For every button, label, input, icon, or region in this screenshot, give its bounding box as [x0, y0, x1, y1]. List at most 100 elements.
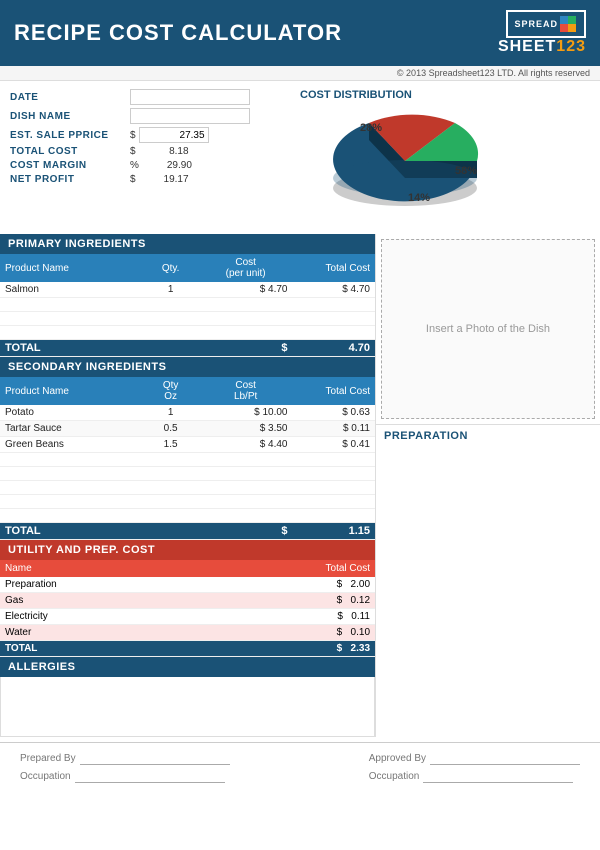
utility-cell-total: $ 2.00 — [293, 577, 376, 593]
secondary-total-row: TOTAL $ 1.15 — [0, 523, 375, 540]
secondary-row: Green Beans 1.5 $ 4.40 $ 0.41 — [0, 437, 375, 453]
utility-cell-empty — [188, 577, 293, 593]
fields-panel: DATE DISH NAME EST. SALE PPRICE $ TOTAL … — [10, 89, 290, 226]
approved-by-label: Approved By — [369, 753, 426, 764]
secondary-cell-total: $ 0.11 — [293, 421, 376, 437]
net-profit-row: NET PROFIT $ 19.17 — [10, 174, 290, 185]
secondary-section-header: SECONDARY INGREDIENTS — [0, 357, 375, 377]
pie-chart: 28% 58% 14% — [300, 106, 500, 226]
primary-col-qty: Qty. — [143, 254, 199, 282]
primary-cell-qty — [143, 326, 199, 340]
secondary-cell-name — [0, 495, 143, 509]
footer-right: Approved By Occupation — [369, 751, 580, 783]
primary-cell-total — [293, 326, 376, 340]
primary-cell-cost — [199, 298, 293, 312]
secondary-col-total: Total Cost — [293, 377, 376, 405]
secondary-col-cost: CostLb/Pt — [199, 377, 293, 405]
date-row: DATE — [10, 89, 290, 105]
net-profit-label: NET PROFIT — [10, 174, 130, 185]
svg-text:28%: 28% — [360, 122, 382, 134]
utility-total-label: TOTAL — [0, 641, 293, 657]
secondary-tbody: Potato 1 $ 10.00 $ 0.63 Tartar Sauce 0.5… — [0, 405, 375, 540]
secondary-total-label: TOTAL — [0, 523, 199, 540]
secondary-cell-cost — [199, 495, 293, 509]
primary-row — [0, 312, 375, 326]
top-section: DATE DISH NAME EST. SALE PPRICE $ TOTAL … — [0, 81, 600, 234]
utility-table: Name Total Cost Preparation $ 2.00 Gas $… — [0, 560, 375, 657]
utility-row: Preparation $ 2.00 — [0, 577, 375, 593]
secondary-cell-cost: $ 10.00 — [199, 405, 293, 421]
utility-cell-empty — [188, 593, 293, 609]
primary-cell-name: Salmon — [0, 282, 143, 298]
secondary-cell-cost — [199, 509, 293, 523]
utility-cell-total: $ 0.10 — [293, 625, 376, 641]
allergies-header: ALLERGIES — [0, 657, 375, 677]
approved-by-field: Approved By — [369, 751, 580, 765]
secondary-header-row: Product Name QtyOz CostLb/Pt Total Cost — [0, 377, 375, 405]
approved-by-line — [430, 751, 580, 765]
primary-col-name: Product Name — [0, 254, 143, 282]
date-input[interactable] — [130, 89, 250, 105]
utility-col-empty — [188, 560, 293, 577]
primary-total-label: TOTAL — [0, 340, 199, 357]
primary-total-value: 4.70 — [293, 340, 376, 357]
est-sale-prefix: $ — [130, 130, 136, 141]
est-sale-row: EST. SALE PPRICE $ — [10, 127, 290, 143]
prepared-by-line — [80, 751, 230, 765]
secondary-cell-qty: 1 — [143, 405, 199, 421]
prep-title: PREPARATION — [384, 430, 592, 442]
prepared-by-field: Prepared By — [20, 751, 230, 765]
primary-cell-qty: 1 — [143, 282, 199, 298]
primary-row: Salmon 1 $ 4.70 $ 4.70 — [0, 282, 375, 298]
secondary-cell-qty — [143, 495, 199, 509]
occupation-field-1: Occupation — [20, 769, 230, 783]
secondary-cell-qty — [143, 453, 199, 467]
chart-panel: COST DISTRIBUTION — [290, 89, 590, 226]
dish-name-label: DISH NAME — [10, 111, 130, 122]
utility-col-name: Name — [0, 560, 188, 577]
utility-col-total: Total Cost — [293, 560, 376, 577]
est-sale-input[interactable] — [139, 127, 209, 143]
primary-col-cost: Cost(per unit) — [199, 254, 293, 282]
footer: Prepared By Occupation Approved By Occup… — [0, 742, 600, 791]
secondary-total-prefix: $ — [199, 523, 293, 540]
total-cost-value: 8.18 — [139, 146, 189, 157]
utility-row: Electricity $ 0.11 — [0, 609, 375, 625]
primary-section-header: PRIMARY INGREDIENTS — [0, 234, 375, 254]
secondary-row: Potato 1 $ 10.00 $ 0.63 — [0, 405, 375, 421]
secondary-cell-cost — [199, 481, 293, 495]
primary-col-total: Total Cost — [293, 254, 376, 282]
secondary-cell-name: Tartar Sauce — [0, 421, 143, 437]
primary-cell-total: $ 4.70 — [293, 282, 376, 298]
net-profit-value: 19.17 — [139, 174, 189, 185]
primary-table: Product Name Qty. Cost(per unit) Total C… — [0, 254, 375, 357]
total-cost-prefix: $ — [130, 146, 136, 157]
secondary-cell-total: $ 0.41 — [293, 437, 376, 453]
secondary-cell-total — [293, 481, 376, 495]
logo-brand: SHEET123 — [498, 38, 586, 56]
occupation-label-2: Occupation — [369, 771, 420, 782]
dish-name-row: DISH NAME — [10, 108, 290, 124]
secondary-row — [0, 453, 375, 467]
primary-cell-cost — [199, 326, 293, 340]
cost-margin-value: 29.90 — [142, 160, 192, 171]
secondary-cell-qty — [143, 481, 199, 495]
utility-row: Water $ 0.10 — [0, 625, 375, 641]
date-label: DATE — [10, 92, 130, 103]
occupation-label-1: Occupation — [20, 771, 71, 782]
occupation-field-2: Occupation — [369, 769, 580, 783]
utility-cell-name: Electricity — [0, 609, 188, 625]
utility-tbody: Preparation $ 2.00 Gas $ 0.12 Electricit… — [0, 577, 375, 657]
secondary-row — [0, 481, 375, 495]
secondary-cell-name: Potato — [0, 405, 143, 421]
allergies-section: ALLERGIES — [0, 657, 375, 737]
secondary-row — [0, 495, 375, 509]
utility-section-header: UTILITY AND PREP. COST — [0, 540, 375, 560]
footer-left: Prepared By Occupation — [20, 751, 230, 783]
primary-cell-cost: $ 4.70 — [199, 282, 293, 298]
prep-area: PREPARATION — [376, 424, 600, 607]
cost-margin-prefix: % — [130, 160, 139, 171]
right-content: Insert a Photo of the Dish PREPARATION — [375, 234, 600, 737]
secondary-cell-cost: $ 4.40 — [199, 437, 293, 453]
dish-name-input[interactable] — [130, 108, 250, 124]
